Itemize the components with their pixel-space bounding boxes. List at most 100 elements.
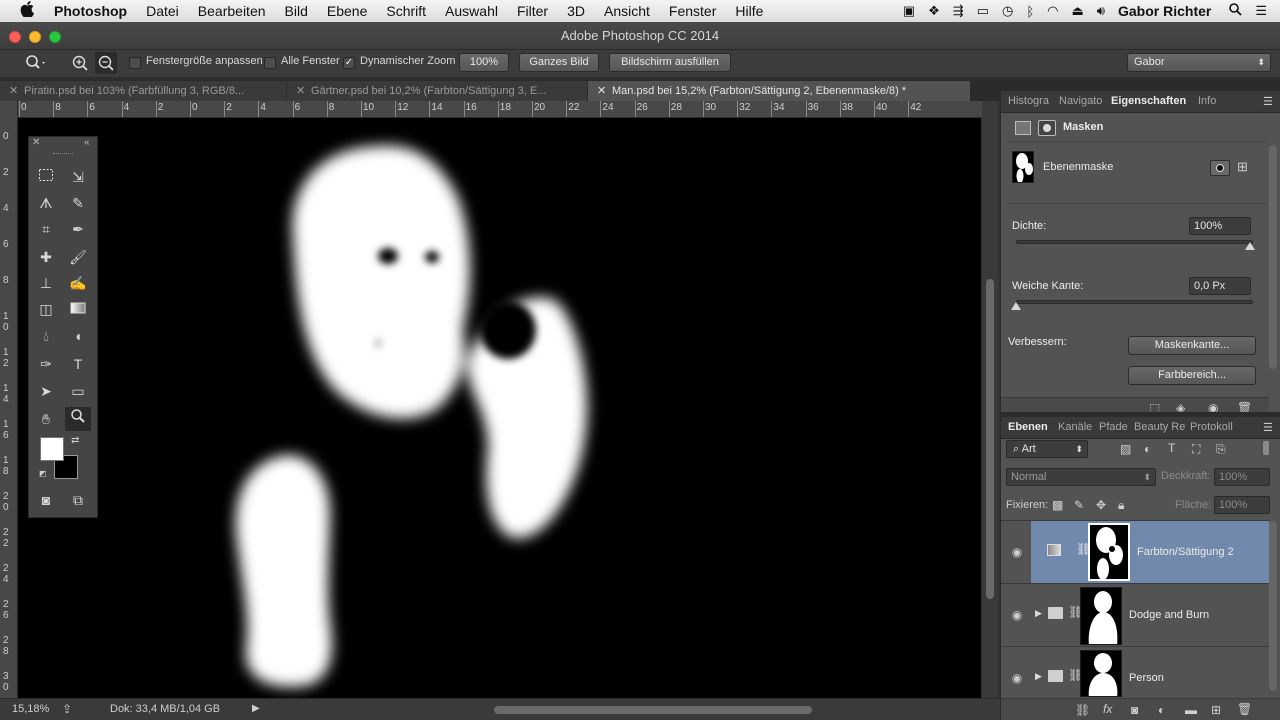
opacity-input[interactable]: 100% — [1214, 468, 1270, 486]
gradient-tool-icon[interactable] — [65, 297, 91, 321]
tab-man[interactable]: ✕ Man.psd bei 15,2% (Farbton/Sättigung 2… — [588, 81, 970, 101]
menu-schrift[interactable]: Schrift — [386, 3, 426, 19]
new-group-icon[interactable]: ▬ — [1185, 703, 1197, 717]
mask-edge-button[interactable]: Maskenkante... — [1128, 336, 1256, 355]
healing-brush-tool-icon[interactable]: ✚ — [33, 245, 59, 269]
eject-icon[interactable]: ⏏ — [1071, 3, 1083, 19]
group-mask-thumbnail[interactable] — [1080, 650, 1122, 697]
dodge-tool-icon[interactable]: ◖ — [65, 324, 91, 348]
add-mask-icon[interactable]: ◙ — [1131, 703, 1138, 717]
menu-datei[interactable]: Datei — [146, 3, 179, 19]
delete-layer-icon[interactable]: 🗑︎ — [1237, 702, 1252, 716]
expand-group-icon[interactable]: ▶ — [1035, 671, 1042, 682]
link-layers-icon[interactable]: ⛓ — [1075, 703, 1090, 717]
dynamic-zoom-checkbox[interactable]: ✓ — [343, 57, 355, 69]
fit-window-checkbox[interactable] — [129, 57, 141, 69]
zoom-in-icon[interactable] — [69, 52, 91, 74]
move-tool-icon[interactable]: ⇲ — [65, 165, 91, 189]
group-mask-thumbnail[interactable] — [1080, 587, 1122, 645]
visibility-eye-icon[interactable]: ◉ — [1009, 545, 1025, 559]
status-menu-arrow-icon[interactable]: ▶ — [252, 703, 260, 714]
lock-transparent-pixels-icon[interactable]: ▩ — [1052, 498, 1063, 512]
density-slider-thumb[interactable] — [1245, 242, 1255, 250]
tab-navigator[interactable]: Navigato — [1059, 95, 1107, 107]
add-vector-mask-icon[interactable]: ⊞ — [1237, 159, 1248, 175]
zoom-100-button[interactable]: 100% — [459, 53, 509, 72]
bluetooth-icon[interactable]: ᛒ — [1026, 4, 1034, 19]
close-tab-icon[interactable]: ✕ — [9, 81, 18, 101]
select-pixel-mask-button[interactable] — [1210, 160, 1230, 176]
rectangle-tool-icon[interactable]: ▭ — [65, 379, 91, 403]
zoom-level[interactable]: 15,18% — [12, 703, 49, 715]
filter-toggle-switch[interactable] — [1263, 441, 1269, 455]
zoom-tool-icon[interactable] — [65, 407, 91, 431]
swap-colors-icon[interactable]: ⇄ — [71, 435, 79, 446]
tab-piratin[interactable]: ✕ Piratin.psd bei 103% (Farbfüllung 3, R… — [0, 81, 286, 101]
filter-adjustment-icon[interactable]: ◐ — [1144, 442, 1151, 456]
filter-type-icon[interactable]: T — [1168, 441, 1175, 455]
panel-menu-icon[interactable]: ☰ — [1263, 95, 1273, 108]
visibility-eye-icon[interactable]: ◉ — [1009, 608, 1025, 622]
ruler-horizontal[interactable]: 0 8 6 4 2 0 2 4 6 8 10 12 14 16 18 20 22 24 26 28 30 32 34 36 38… — [18, 101, 982, 118]
tab-info[interactable]: Info — [1198, 95, 1228, 107]
menu-hilfe[interactable]: Hilfe — [735, 3, 763, 19]
horizontal-scroll-thumb[interactable] — [494, 706, 812, 714]
expand-group-icon[interactable]: ▶ — [1035, 608, 1042, 619]
layer-style-icon[interactable]: fx — [1103, 702, 1112, 716]
workspace-select[interactable]: Gabor ⬍ — [1127, 53, 1271, 72]
apple-icon[interactable] — [20, 1, 42, 21]
tab-layers[interactable]: Ebenen — [1008, 421, 1048, 433]
feather-slider[interactable] — [1016, 300, 1253, 304]
eyedropper-tool-icon[interactable]: ✒ — [65, 217, 91, 241]
fill-input[interactable]: 100% — [1214, 496, 1270, 514]
hand-tool-icon[interactable]: ✋︎ — [33, 407, 59, 431]
layer-mask-icon[interactable] — [1038, 120, 1056, 136]
path-selection-tool-icon[interactable]: ➤ — [33, 379, 59, 403]
display-icon[interactable]: ▣ — [903, 3, 915, 19]
share-icon[interactable]: ⇪ — [62, 702, 72, 716]
color-range-button[interactable]: Farbbereich... — [1128, 366, 1256, 385]
menu-3d[interactable]: 3D — [567, 3, 585, 19]
panel-menu-icon[interactable]: ☰ — [1263, 421, 1273, 434]
menu-fenster[interactable]: Fenster — [669, 3, 716, 19]
history-brush-tool-icon[interactable]: ✍ — [65, 271, 91, 295]
feather-input[interactable]: 0,0 Px — [1189, 277, 1251, 295]
all-windows-checkbox[interactable] — [264, 57, 276, 69]
filter-smart-object-icon[interactable]: ⎘ — [1216, 442, 1226, 457]
panel-grip[interactable] — [53, 153, 73, 155]
dropbox-icon[interactable]: ❖ — [928, 3, 940, 19]
zoom-window-button[interactable] — [49, 31, 61, 43]
new-adjustment-layer-icon[interactable]: ◐ — [1158, 703, 1165, 717]
close-window-button[interactable] — [9, 31, 21, 43]
ruler-vertical[interactable]: 0 2 4 6 8 1 0 1 2 1 4 1 6 1 8 2 0 2 2 2 4 2 6 2 8 3 0 — [0, 101, 18, 698]
foreground-color-swatch[interactable] — [40, 437, 64, 461]
clone-stamp-tool-icon[interactable]: ⊥ — [33, 271, 59, 295]
tab-properties[interactable]: Eigenschaften — [1111, 95, 1199, 107]
fill-screen-button[interactable]: Bildschirm ausfüllen — [609, 53, 731, 72]
volume-icon[interactable]: 🔊︎ — [1097, 3, 1105, 19]
collapse-panel-icon[interactable]: « — [84, 137, 90, 148]
blur-tool-icon[interactable]: 💧︎ — [33, 324, 59, 348]
tab-paths[interactable]: Pfade — [1099, 421, 1128, 433]
lock-position-icon[interactable]: ✥ — [1096, 498, 1106, 512]
visibility-eye-icon[interactable]: ◉ — [1009, 671, 1025, 685]
default-colors-icon[interactable]: ◩ — [39, 469, 47, 478]
properties-scroll-thumb[interactable] — [1269, 145, 1277, 369]
zoom-tool-preset-icon[interactable] — [24, 53, 48, 77]
quick-mask-icon[interactable]: ◙ — [33, 488, 59, 512]
filter-shape-icon[interactable]: ⛶ — [1192, 442, 1200, 457]
tab-gaertner[interactable]: ✕ Gärtner.psd bei 10,2% (Farbton/Sättigu… — [287, 81, 587, 101]
tab-histogram[interactable]: Histogra — [1008, 95, 1056, 107]
layer-row-hue-saturation[interactable]: ◉ ⛓ Farbton/Sättigung 2 — [1001, 521, 1269, 584]
close-tab-icon[interactable]: ✕ — [296, 81, 305, 101]
crop-tool-icon[interactable]: ⌗ — [33, 217, 59, 241]
forward-icon[interactable]: ⇶ — [953, 3, 964, 19]
marquee-tool-icon[interactable] — [33, 165, 59, 189]
close-tab-icon[interactable]: ✕ — [597, 81, 606, 101]
user-name[interactable]: Gabor Richter — [1118, 3, 1211, 19]
layer-mask-thumbnail[interactable] — [1088, 523, 1130, 581]
menu-ebene[interactable]: Ebene — [327, 3, 367, 19]
pixel-mask-icon[interactable] — [1015, 121, 1031, 135]
menu-bild[interactable]: Bild — [285, 3, 308, 19]
tab-history[interactable]: Protokoll — [1190, 421, 1233, 433]
